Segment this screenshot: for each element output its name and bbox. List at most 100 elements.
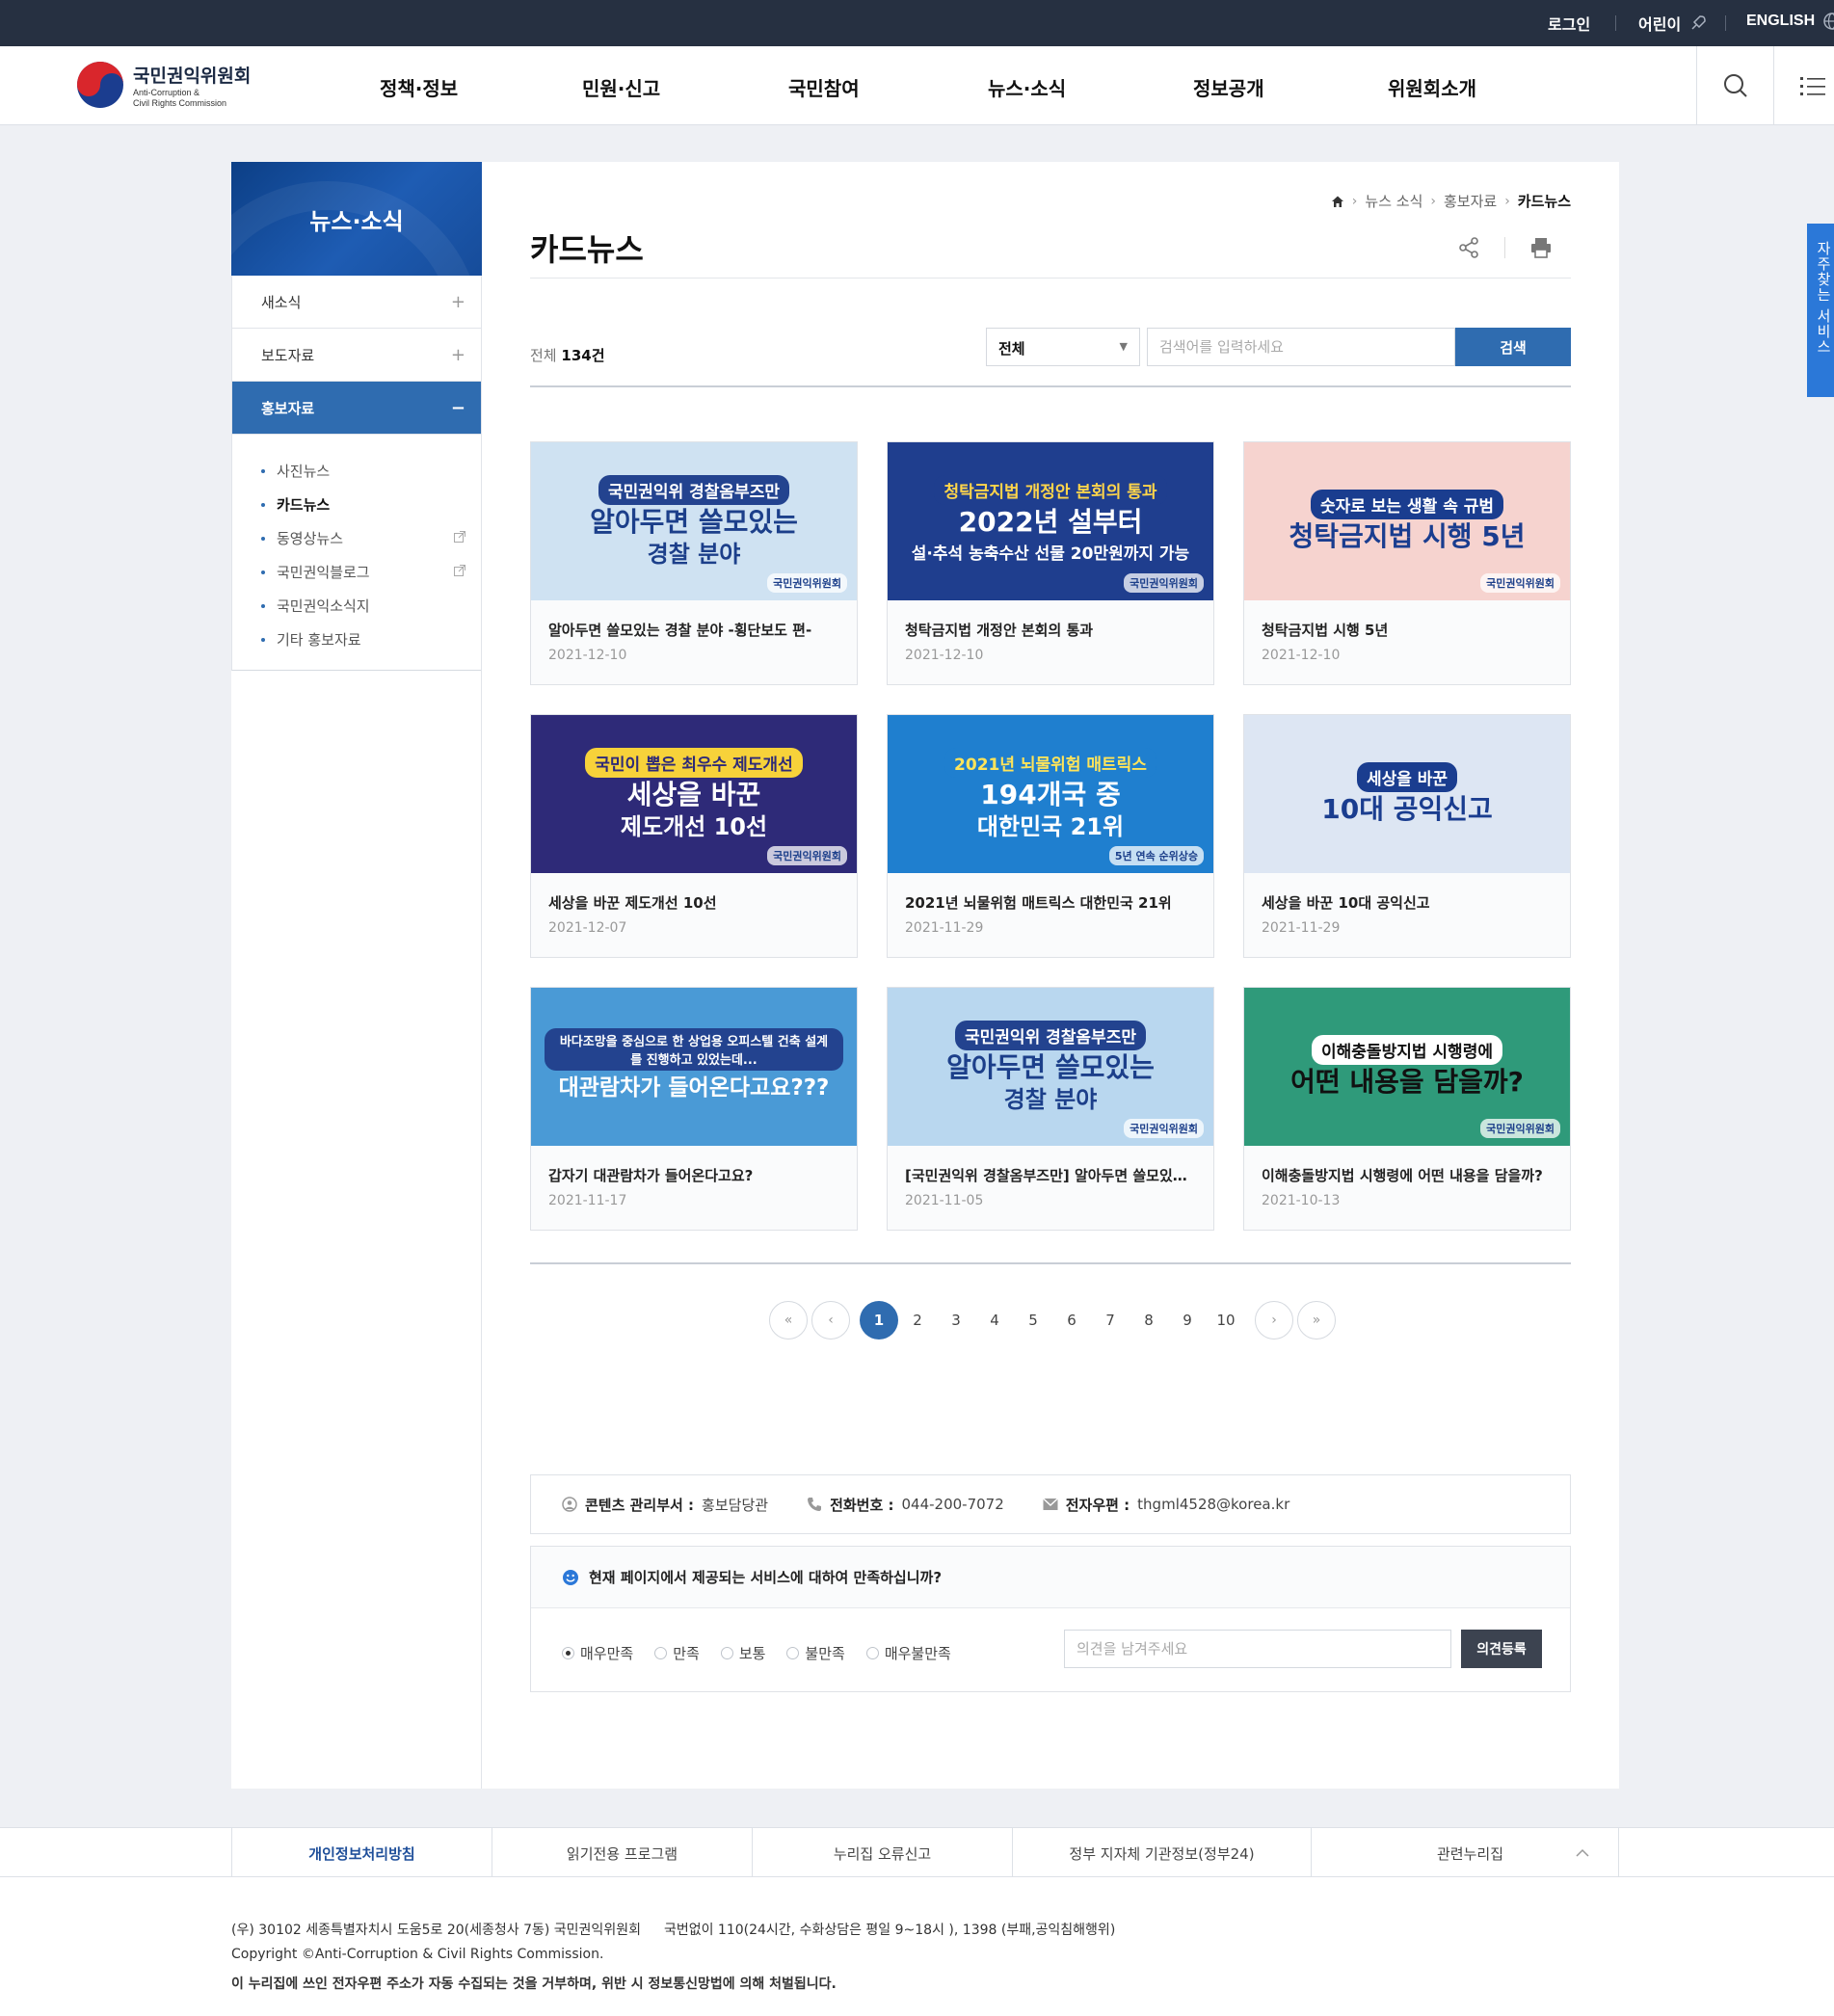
next-page-button[interactable]: › [1255,1301,1293,1340]
search-button[interactable] [1696,46,1773,124]
radio-icon[interactable] [654,1647,668,1659]
thumb-tag: 숫자로 보는 생활 속 규범 [1310,489,1504,519]
card-item[interactable]: 2021년 뇌물위험 매트릭스 194개국 중 대한민국 21위 5년 연속 순위상승… [887,714,1214,958]
footer-link-privacy[interactable]: 개인정보처리방침 [231,1828,492,1878]
card-date: 2021-11-05 [905,1193,984,1208]
radio-checked-icon[interactable] [562,1647,574,1659]
gnb-item-policy[interactable]: 정책·정보 [380,73,458,101]
page-number[interactable]: 8 [1130,1301,1168,1340]
submenu-label: 기타 홍보자료 [277,631,361,649]
thumb-brand: 5년 연속 순위상승 [1108,846,1204,865]
card-title: 2021년 뇌물위험 매트릭스 대한민국 21위 [905,894,1172,912]
card-title: [국민권익위 경찰옴부즈만] 알아두면 쓸모있는 경찰 분야 -집회시위 편- [905,1167,1213,1184]
page-number[interactable]: 10 [1207,1301,1245,1340]
thumb-brand: 국민권익위원회 [1124,1119,1204,1138]
thumb-headline: 어떤 내용을 담을까? [1290,1065,1524,1098]
side-nav-title-text: 뉴스·소식 [309,207,404,235]
submenu-item-cardnews[interactable]: 카드뉴스 [261,488,481,521]
search-category-select[interactable]: 전체 ▼ [986,328,1140,366]
site-header: 국민권익위원회 Anti-Corruption & Civil Rights C… [0,46,1834,125]
related-sites-dropdown[interactable]: 관련누리집 [1311,1828,1619,1878]
submenu-item-video[interactable]: 동영상뉴스 [261,521,481,555]
chevron-right-icon: › [1271,1313,1277,1328]
title-divider [530,278,1571,279]
print-icon[interactable] [1530,237,1552,258]
survey-option-neutral[interactable]: 보통 [720,1643,765,1663]
card-item[interactable]: 국민권익위 경찰옴부즈만 알아두면 쓸모있는 경찰 분야 국민권익위원회 [국민권익위… [887,987,1214,1231]
search-input[interactable] [1147,328,1455,366]
opinion-input[interactable] [1064,1630,1451,1668]
submenu-item-newsletter[interactable]: 국민권익소식지 [261,589,481,623]
side-item-press[interactable]: 보도자료 + [232,329,481,382]
rocket-icon [1691,15,1706,30]
breadcrumb-item[interactable]: 뉴스 소식 [1365,191,1422,211]
survey-option-very-satisfied[interactable]: 매우만족 [562,1643,633,1663]
breadcrumb-item[interactable]: 홍보자료 [1444,191,1497,211]
submenu-item-blog[interactable]: 국민권익블로그 [261,555,481,589]
caret-down-icon: ▼ [1119,340,1128,353]
radio-icon[interactable] [865,1647,879,1659]
page-number[interactable]: 5 [1014,1301,1052,1340]
survey-option-very-unsatisfied[interactable]: 매우불만족 [865,1643,951,1663]
card-item[interactable]: 숫자로 보는 생활 속 규범 청탁금지법 시행 5년 국민권익위원회 청탁금지법 시… [1243,441,1571,685]
card-item[interactable]: 국민권익위 경찰옴부즈만 알아두면 쓸모있는 경찰 분야 국민권익위원회 알아두면 쓸… [530,441,858,685]
bullet-icon [261,637,265,642]
select-value: 전체 [998,340,1025,358]
submenu-label: 국민권익블로그 [277,564,370,581]
logo-name-ko: 국민권익위원회 [133,65,252,87]
card-item[interactable]: 세상을 바꾼 10대 공익신고 세상을 바꾼 10대 공익신고 2021-11-2… [1243,714,1571,958]
sitemap-menu-button[interactable] [1773,46,1834,124]
thumb-headline: 알아두면 쓸모있는 [946,1050,1155,1083]
last-page-button[interactable]: » [1297,1301,1336,1340]
page-number[interactable]: 6 [1052,1301,1091,1340]
thumb-tag: 국민이 뽑은 최우수 제도개선 [585,747,803,778]
gnb-item-news[interactable]: 뉴스·소식 [988,73,1066,101]
radio-icon[interactable] [786,1647,800,1659]
gnb-item-about[interactable]: 위원회소개 [1388,73,1476,101]
opinion-submit-button[interactable]: 의견등록 [1461,1630,1542,1668]
card-item[interactable]: 청탁금지법 개정안 본회의 통과 2022년 설부터 설·추석 농축수산 선물 20… [887,441,1214,685]
gnb-item-disclosure[interactable]: 정보공개 [1193,73,1264,101]
card-item[interactable]: 바다조망을 중심으로 한 상업용 오피스텔 건축 설계를 진행하고 있었는데..… [530,987,858,1231]
side-item-news[interactable]: 새소식 + [232,276,481,329]
logo-text: 국민권익위원회 Anti-Corruption & Civil Rights C… [133,62,251,109]
page-number[interactable]: 7 [1091,1301,1130,1340]
phone-text: 국번없이 110(24시간, 수화상담은 평일 9~18시 ), 1398 (부… [663,1923,1116,1938]
bullet-icon [261,603,265,608]
survey-option-unsatisfied[interactable]: 불만족 [786,1643,845,1663]
search-submit-button[interactable]: 검색 [1455,328,1571,366]
kids-link[interactable]: 어린이 [1638,12,1708,35]
survey-option-satisfied[interactable]: 만족 [654,1643,700,1663]
gnb-item-petition[interactable]: 민원·신고 [582,73,660,101]
card-date: 2021-12-10 [1262,648,1341,663]
dept-info: 콘텐츠 관리부서 : 홍보담당관 [562,1495,768,1515]
breadcrumb-current: 카드뉴스 [1517,193,1571,210]
login-link[interactable]: 로그인 [1548,12,1590,35]
page-number[interactable]: 1 [860,1301,898,1340]
page-number[interactable]: 4 [975,1301,1014,1340]
frequent-services-tab[interactable]: 자주찾는 서비스 [1807,224,1834,397]
side-item-label: 새소식 [261,293,302,311]
footer-link-readonly[interactable]: 읽기전용 프로그램 [492,1828,752,1878]
gnb-item-participation[interactable]: 국민참여 [788,73,860,101]
phone-icon [808,1498,822,1511]
home-icon[interactable] [1331,195,1344,208]
footer-link-gov24[interactable]: 정부 지자체 기관정보(정부24) [1012,1828,1311,1878]
first-page-button[interactable]: « [769,1301,808,1340]
site-logo[interactable]: 국민권익위원회 Anti-Corruption & Civil Rights C… [75,60,251,110]
submenu-item-photo[interactable]: 사진뉴스 [261,454,481,488]
footer-link-error-report[interactable]: 누리집 오류신고 [752,1828,1012,1878]
side-item-promo[interactable]: 홍보자료 − [232,382,481,435]
page-number[interactable]: 3 [937,1301,975,1340]
submenu-item-etc[interactable]: 기타 홍보자료 [261,623,481,656]
prev-page-button[interactable]: ‹ [811,1301,850,1340]
page-number[interactable]: 2 [898,1301,937,1340]
thumb-brand: 국민권익위원회 [1124,573,1204,593]
card-item[interactable]: 이해충돌방지법 시행령에 어떤 내용을 담을까? 국민권익위원회 이해충돌방지법 시… [1243,987,1571,1231]
card-item[interactable]: 국민이 뽑은 최우수 제도개선 세상을 바꾼 제도개선 10선 국민권익위원회 세상을… [530,714,858,958]
radio-icon[interactable] [720,1647,733,1659]
english-link[interactable]: ENGLISH [1746,12,1834,31]
option-label: 매우불만족 [884,1645,951,1662]
page-number[interactable]: 9 [1168,1301,1207,1340]
share-icon[interactable] [1458,237,1479,258]
